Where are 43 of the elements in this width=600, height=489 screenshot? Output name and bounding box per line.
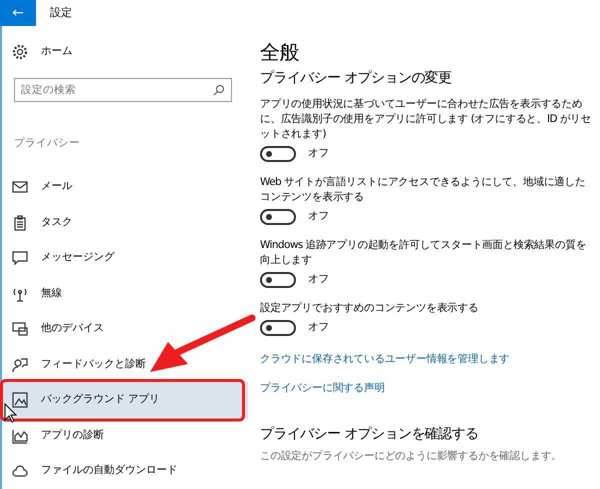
description-text: この設定がプライバシーにどのように影響するかを確認します。 [260,449,563,464]
window-title: 設定 [50,4,72,21]
option-description: Windows 追跡アプリの起動を許可してスタート画面と検索結果の質を向上します [260,238,588,268]
section-label: プライバシー [14,136,81,151]
chat-icon [12,250,28,266]
sidebar-item[interactable]: ファイルの自動ダウンロード [2,454,248,489]
search-icon [213,84,225,96]
sidebar-item[interactable]: フィードバックと診断 [2,346,248,382]
section-heading: プライバシー オプションの変更 [260,70,452,87]
clipboard-icon [12,214,28,231]
toggle-state: オフ [308,320,329,335]
toggle-state: オフ [308,272,329,287]
toggle-switch[interactable] [260,320,296,336]
cloud-icon [12,463,28,480]
devices-icon [12,321,28,338]
option-description: アプリの使用状況に基づいてユーザーに合わせた広告を表示するために、広告識別子の使用をアプリに許可します (オフにすると、ID がリセットされます) [260,96,592,142]
person-icon [12,356,28,373]
image-icon [12,392,28,408]
link[interactable]: プライバシーに関する声明 [260,380,385,396]
section-heading: プライバシー オプションを確認する [260,426,480,444]
toggle-switch[interactable] [260,146,296,162]
mouse-cursor [4,402,18,423]
sidebar-item[interactable]: メッセージング [2,240,248,276]
mail-icon [12,179,28,196]
toggle-switch[interactable] [260,208,296,225]
sidebar-item[interactable]: メール [2,169,248,205]
link[interactable]: クラウドに保存されているユーザー情報を管理します [260,352,510,368]
sidebar-item[interactable]: タスク [2,204,248,240]
option-description: 設定アプリでおすすめのコンテンツを表示する [260,300,480,316]
sidebar-item[interactable]: 他のデバイス [2,311,248,347]
toggle-switch[interactable] [260,272,296,288]
toggle-state: オフ [308,208,329,224]
option-description: Web サイトが言語リストにアクセスできるようにして、地域に適したコンテンツを表示する [260,174,586,205]
toggle-state: オフ [308,146,329,161]
gear-icon [12,44,28,60]
sidebar-item[interactable]: アプリの診断 [2,418,248,454]
home-item[interactable]: ホーム [2,34,248,70]
search-field[interactable]: 設定の検索 [14,78,232,102]
page-title: 全般 [260,40,300,64]
sidebar-item[interactable]: バックグラウンド アプリ [2,382,248,418]
back-button[interactable]: ← [0,0,36,26]
sidebar-item[interactable]: 無線 [2,276,248,312]
chart-icon [12,428,28,444]
